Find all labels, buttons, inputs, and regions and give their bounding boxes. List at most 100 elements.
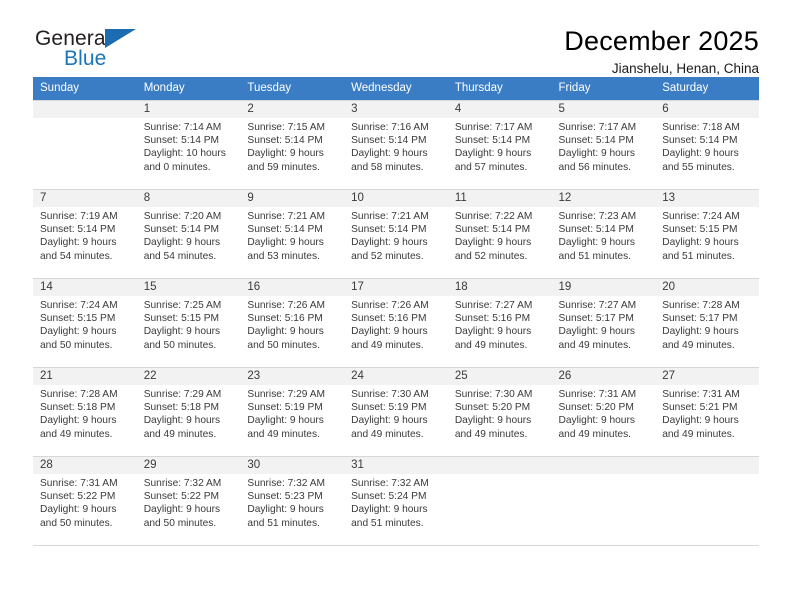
calendar-bottom-rule (33, 545, 759, 546)
day-cell[interactable] (655, 456, 759, 545)
day-info: Sunrise: 7:31 AM Sunset: 5:22 PM Dayligh… (33, 474, 137, 530)
calendar-table: Sunday Monday Tuesday Wednesday Thursday… (33, 77, 759, 545)
day-info: Sunrise: 7:32 AM Sunset: 5:22 PM Dayligh… (137, 474, 241, 530)
daylight-text-line2: and 49 minutes. (662, 339, 735, 351)
day-cell[interactable]: 2 Sunrise: 7:15 AM Sunset: 5:14 PM Dayli… (240, 100, 345, 189)
day-info: Sunrise: 7:27 AM Sunset: 5:16 PM Dayligh… (448, 296, 552, 352)
day-cell[interactable]: 7 Sunrise: 7:19 AM Sunset: 5:14 PM Dayli… (33, 189, 137, 278)
day-cell[interactable] (447, 456, 552, 545)
daylight-text-line2: and 50 minutes. (40, 517, 113, 529)
day-cell[interactable]: 17 Sunrise: 7:26 AM Sunset: 5:16 PM Dayl… (344, 278, 448, 367)
day-cell[interactable]: 19 Sunrise: 7:27 AM Sunset: 5:17 PM Dayl… (551, 278, 656, 367)
sunset-text: Sunset: 5:21 PM (662, 402, 738, 414)
sunrise-text: Sunrise: 7:29 AM (143, 389, 222, 400)
day-number: 13 (655, 190, 759, 207)
day-cell[interactable]: 22 Sunrise: 7:29 AM Sunset: 5:18 PM Dayl… (136, 367, 241, 456)
sunset-text: Sunset: 5:20 PM (454, 402, 531, 414)
day-number: 3 (344, 101, 448, 118)
weekday-header-friday: Friday (551, 77, 656, 100)
sunrise-text: Sunrise: 7:23 AM (558, 211, 637, 222)
daylight-text-line1: Daylight: 9 hours (662, 415, 739, 427)
daylight-text-line2: and 53 minutes. (247, 250, 320, 262)
daylight-text-line1: Daylight: 9 hours (143, 415, 221, 427)
sunrise-text: Sunrise: 7:24 AM (662, 211, 740, 222)
day-cell[interactable]: 16 Sunrise: 7:26 AM Sunset: 5:16 PM Dayl… (240, 278, 345, 367)
day-cell[interactable]: 25 Sunrise: 7:30 AM Sunset: 5:20 PM Dayl… (447, 367, 552, 456)
day-cell[interactable] (33, 100, 137, 189)
day-info: Sunrise: 7:21 AM Sunset: 5:14 PM Dayligh… (344, 207, 448, 263)
daylight-text-line2: and 50 minutes. (143, 517, 217, 529)
daylight-text-line1: Daylight: 9 hours (351, 415, 428, 427)
day-cell[interactable]: 13 Sunrise: 7:24 AM Sunset: 5:15 PM Dayl… (655, 189, 759, 278)
weekday-header-saturday: Saturday (655, 77, 759, 100)
sunset-text: Sunset: 5:14 PM (558, 135, 634, 147)
daylight-text-line2: and 54 minutes. (40, 250, 113, 262)
page-title: December 2025 (564, 26, 759, 56)
triangle-flag-icon (105, 29, 136, 48)
day-cell[interactable]: 6 Sunrise: 7:18 AM Sunset: 5:14 PM Dayli… (655, 100, 759, 189)
day-number: 26 (551, 368, 656, 385)
day-cell[interactable]: 29 Sunrise: 7:32 AM Sunset: 5:22 PM Dayl… (136, 456, 241, 545)
day-cell[interactable]: 11 Sunrise: 7:22 AM Sunset: 5:14 PM Dayl… (447, 189, 552, 278)
day-cell[interactable]: 18 Sunrise: 7:27 AM Sunset: 5:16 PM Dayl… (447, 278, 552, 367)
day-cell[interactable]: 26 Sunrise: 7:31 AM Sunset: 5:20 PM Dayl… (551, 367, 656, 456)
day-cell[interactable]: 4 Sunrise: 7:17 AM Sunset: 5:14 PM Dayli… (447, 100, 552, 189)
day-cell[interactable]: 30 Sunrise: 7:32 AM Sunset: 5:23 PM Dayl… (240, 456, 345, 545)
day-cell[interactable]: 24 Sunrise: 7:30 AM Sunset: 5:19 PM Dayl… (344, 367, 448, 456)
day-info: Sunrise: 7:24 AM Sunset: 5:15 PM Dayligh… (33, 296, 137, 352)
day-cell[interactable]: 8 Sunrise: 7:20 AM Sunset: 5:14 PM Dayli… (136, 189, 241, 278)
day-number (551, 457, 656, 474)
sunset-text: Sunset: 5:14 PM (40, 224, 116, 236)
day-info: Sunrise: 7:20 AM Sunset: 5:14 PM Dayligh… (137, 207, 241, 263)
day-cell[interactable]: 10 Sunrise: 7:21 AM Sunset: 5:14 PM Dayl… (344, 189, 448, 278)
weekday-header-thursday: Thursday (447, 77, 552, 100)
day-cell[interactable]: 21 Sunrise: 7:28 AM Sunset: 5:18 PM Dayl… (33, 367, 137, 456)
sunset-text: Sunset: 5:18 PM (143, 402, 220, 414)
daylight-text-line2: and 55 minutes. (662, 161, 735, 173)
day-cell[interactable]: 28 Sunrise: 7:31 AM Sunset: 5:22 PM Dayl… (33, 456, 137, 545)
day-cell[interactable]: 1 Sunrise: 7:14 AM Sunset: 5:14 PM Dayli… (136, 100, 241, 189)
sunrise-text: Sunrise: 7:30 AM (454, 389, 533, 400)
day-info: Sunrise: 7:26 AM Sunset: 5:16 PM Dayligh… (240, 296, 344, 352)
day-cell[interactable] (551, 456, 656, 545)
day-cell[interactable]: 15 Sunrise: 7:25 AM Sunset: 5:15 PM Dayl… (136, 278, 241, 367)
page-header: General Blue December 2025 Jianshelu, He… (33, 0, 759, 76)
sunset-text: Sunset: 5:15 PM (662, 224, 738, 236)
daylight-text-line1: Daylight: 10 hours (143, 148, 226, 160)
daylight-text-line1: Daylight: 9 hours (247, 415, 324, 427)
day-cell[interactable]: 31 Sunrise: 7:32 AM Sunset: 5:24 PM Dayl… (344, 456, 448, 545)
day-info: Sunrise: 7:29 AM Sunset: 5:19 PM Dayligh… (240, 385, 344, 441)
daylight-text-line2: and 49 minutes. (351, 428, 424, 440)
day-cell[interactable]: 9 Sunrise: 7:21 AM Sunset: 5:14 PM Dayli… (240, 189, 345, 278)
day-number: 15 (136, 279, 241, 296)
day-number: 6 (655, 101, 759, 118)
logo-text-general: General (35, 27, 111, 50)
sunrise-text: Sunrise: 7:17 AM (558, 122, 637, 133)
sunset-text: Sunset: 5:19 PM (351, 402, 427, 414)
daylight-text-line2: and 52 minutes. (454, 250, 528, 262)
day-cell[interactable]: 23 Sunrise: 7:29 AM Sunset: 5:19 PM Dayl… (240, 367, 345, 456)
day-number: 24 (344, 368, 448, 385)
daylight-text-line2: and 49 minutes. (558, 428, 632, 440)
daylight-text-line2: and 51 minutes. (558, 250, 632, 262)
sunrise-text: Sunrise: 7:19 AM (40, 211, 118, 222)
day-cell[interactable]: 5 Sunrise: 7:17 AM Sunset: 5:14 PM Dayli… (551, 100, 656, 189)
generalblue-logo[interactable]: General Blue (33, 26, 163, 74)
day-cell[interactable]: 3 Sunrise: 7:16 AM Sunset: 5:14 PM Dayli… (344, 100, 448, 189)
sunrise-text: Sunrise: 7:31 AM (662, 389, 740, 400)
day-number: 9 (240, 190, 345, 207)
day-cell[interactable]: 12 Sunrise: 7:23 AM Sunset: 5:14 PM Dayl… (551, 189, 656, 278)
sunrise-text: Sunrise: 7:29 AM (247, 389, 325, 400)
calendar-page: General Blue December 2025 Jianshelu, He… (0, 0, 792, 612)
daylight-text-line1: Daylight: 9 hours (40, 415, 117, 427)
weekday-header-tuesday: Tuesday (240, 77, 345, 100)
sunrise-text: Sunrise: 7:24 AM (40, 300, 118, 311)
day-cell[interactable]: 27 Sunrise: 7:31 AM Sunset: 5:21 PM Dayl… (655, 367, 759, 456)
daylight-text-line2: and 49 minutes. (662, 428, 735, 440)
daylight-text-line2: and 54 minutes. (143, 250, 217, 262)
weekday-header-sunday: Sunday (33, 77, 137, 100)
day-number: 25 (447, 368, 552, 385)
day-cell[interactable]: 20 Sunrise: 7:28 AM Sunset: 5:17 PM Dayl… (655, 278, 759, 367)
day-cell[interactable]: 14 Sunrise: 7:24 AM Sunset: 5:15 PM Dayl… (33, 278, 137, 367)
daylight-text-line1: Daylight: 9 hours (558, 148, 635, 160)
